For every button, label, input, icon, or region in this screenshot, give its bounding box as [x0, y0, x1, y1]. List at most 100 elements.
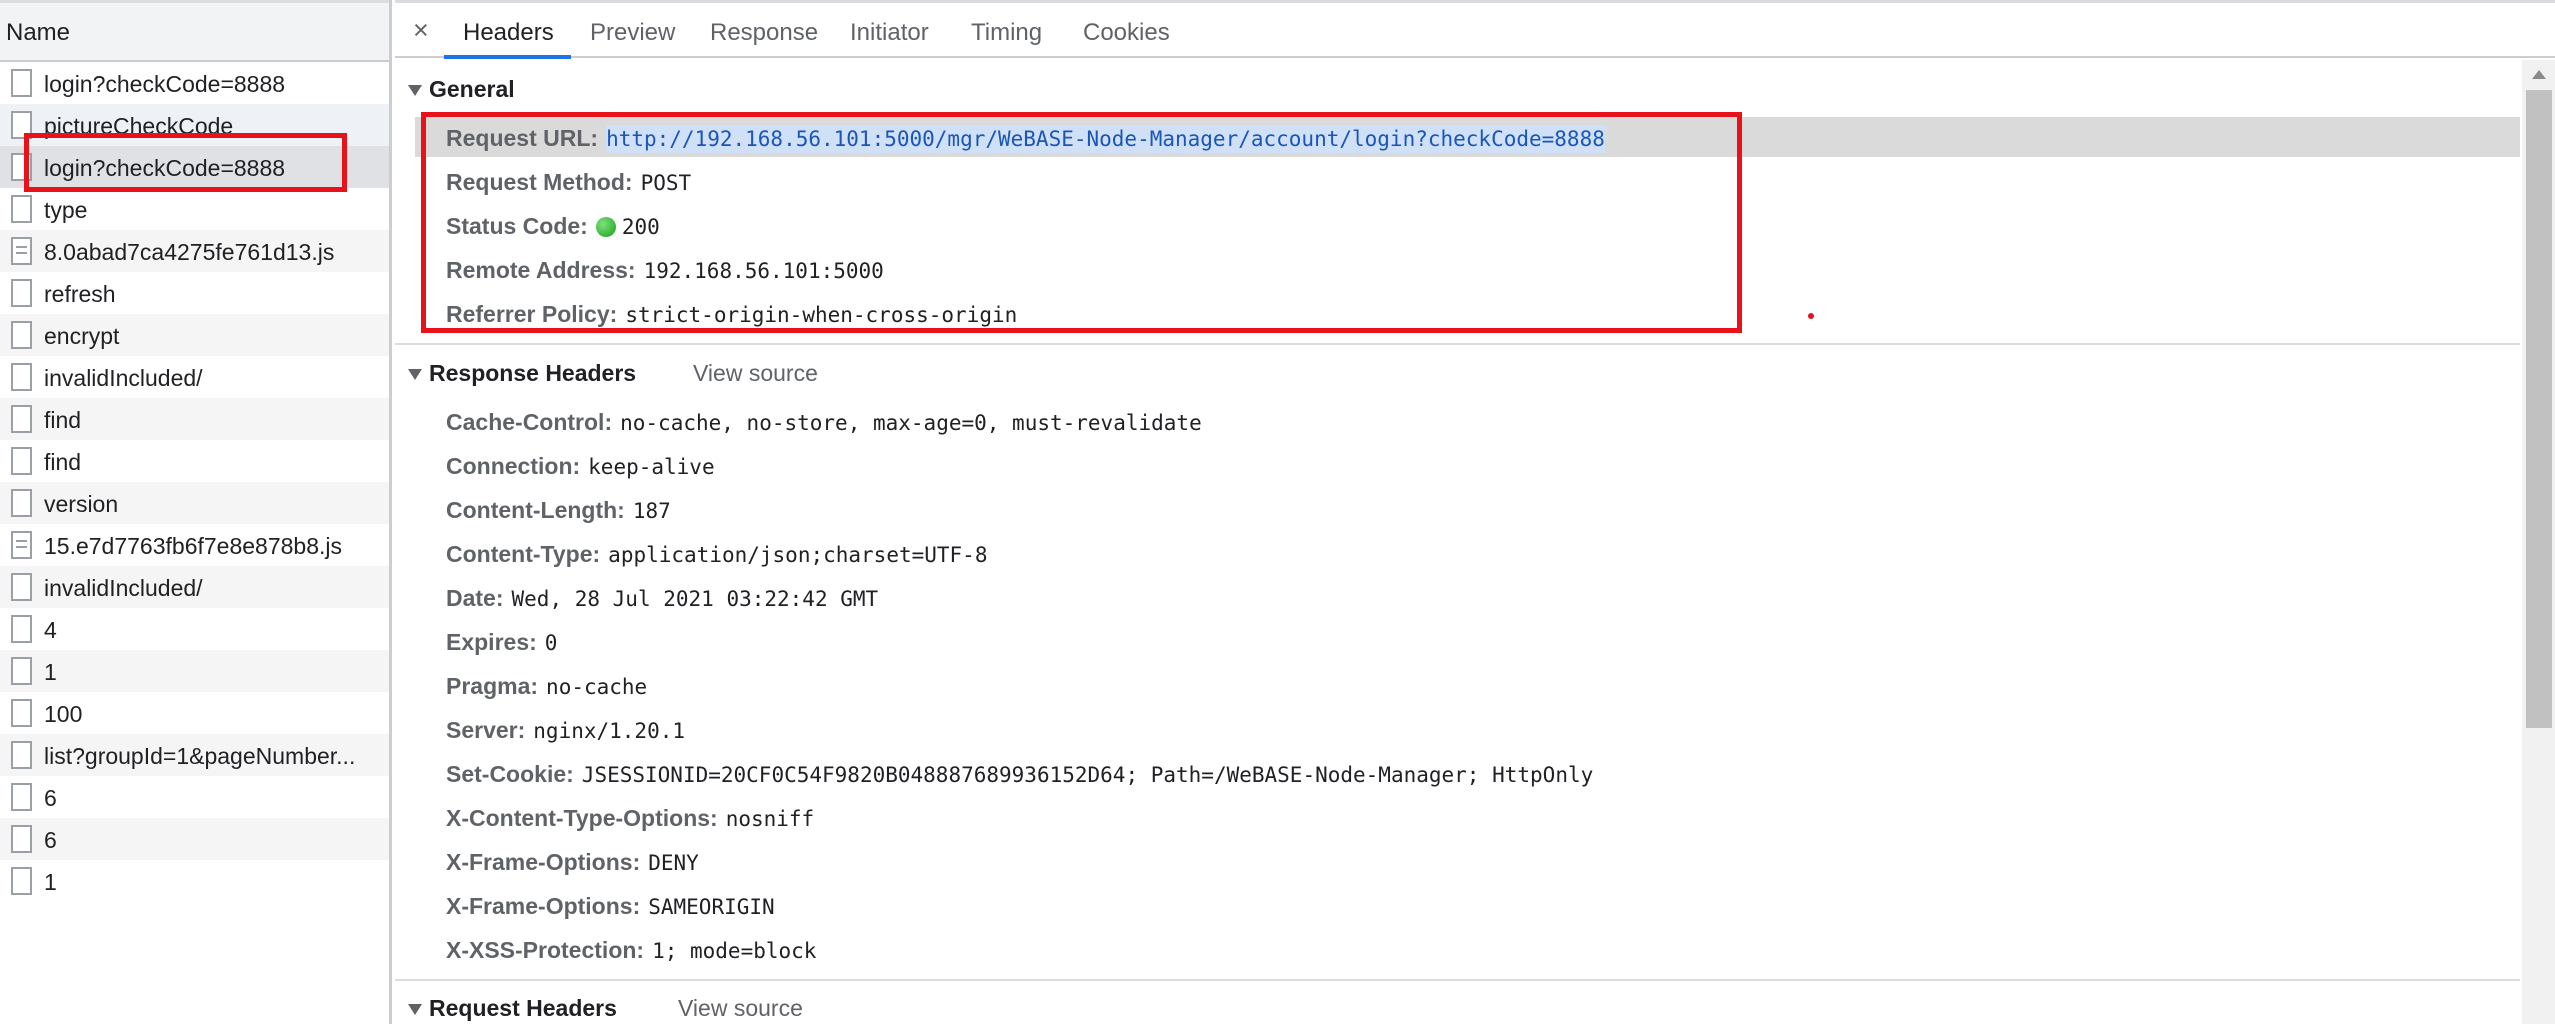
response-header-row: Content-Length: 187: [446, 497, 671, 537]
request-list-pane: Name login?checkCode=8888 pictureCheckCo…: [0, 0, 392, 1024]
request-row[interactable]: 6: [0, 818, 389, 860]
document-icon: [11, 69, 32, 97]
request-name: pictureCheckCode: [44, 113, 234, 139]
header-value: JSESSIONID=20CF0C54F9820B048887689936152…: [581, 763, 1594, 787]
header-name: X-Frame-Options:: [446, 893, 641, 919]
name-column-header[interactable]: Name: [0, 0, 389, 62]
request-url-label: Request URL:: [446, 125, 599, 151]
request-row[interactable]: 15.e7d7763fb6f7e8e878b8.js: [0, 524, 389, 566]
referrer-policy-row: Referrer Policy: strict-origin-when-cross…: [446, 301, 1017, 341]
response-header-row: Cache-Control: no-cache, no-store, max-ag…: [446, 409, 1202, 449]
details-tabbar: × Headers Preview Response Initiator Tim…: [395, 0, 2555, 59]
remote-address-value: 192.168.56.101:5000: [643, 259, 884, 283]
response-header-row: Connection: keep-alive: [446, 453, 715, 493]
response-view-source-link[interactable]: View source: [693, 360, 818, 387]
annotation-dot: [1808, 313, 1814, 319]
tab-timing[interactable]: Timing: [971, 19, 1042, 47]
remote-address-label: Remote Address:: [446, 257, 636, 283]
header-value: Wed, 28 Jul 2021 03:22:42 GMT: [511, 587, 879, 611]
request-name: login?checkCode=8888: [44, 71, 286, 97]
expand-triangle-icon[interactable]: [408, 369, 422, 380]
scroll-up-arrow-icon[interactable]: [2532, 70, 2546, 79]
request-name: 6: [44, 785, 57, 811]
request-url-value[interactable]: http://192.168.56.101:5000/mgr/WeBASE-No…: [606, 125, 1605, 153]
request-row[interactable]: find: [0, 440, 389, 482]
request-name: find: [44, 407, 82, 433]
request-name: version: [44, 491, 119, 517]
tab-response[interactable]: Response: [710, 19, 818, 47]
vertical-scrollbar-thumb[interactable]: [2526, 90, 2552, 728]
tab-cookies[interactable]: Cookies: [1083, 19, 1170, 47]
status-ok-icon: [595, 217, 616, 237]
response-headers-section-title[interactable]: Response Headers: [429, 360, 636, 387]
header-value: 187: [632, 499, 671, 523]
request-method-value: POST: [640, 171, 692, 195]
tab-initiator[interactable]: Initiator: [850, 19, 929, 47]
request-row[interactable]: refresh: [0, 272, 389, 314]
document-icon: [11, 153, 32, 181]
script-file-icon: [11, 237, 32, 265]
name-column-label: Name: [6, 19, 71, 46]
request-view-source-link[interactable]: View source: [678, 995, 803, 1022]
request-name: login?checkCode=8888: [44, 155, 286, 181]
request-row[interactable]: 100: [0, 692, 389, 734]
document-icon: [11, 405, 32, 433]
request-row[interactable]: list?groupId=1&pageNumber...: [0, 734, 389, 776]
header-value: SAMEORIGIN: [648, 895, 775, 919]
document-icon: [11, 195, 32, 223]
request-row[interactable]: login?checkCode=8888: [0, 62, 389, 104]
header-name: Server:: [446, 717, 526, 743]
request-row[interactable]: 4: [0, 608, 389, 650]
header-value: keep-alive: [588, 455, 715, 479]
expand-triangle-icon[interactable]: [408, 1004, 422, 1015]
request-name: 6: [44, 827, 57, 853]
document-icon: [11, 783, 32, 811]
request-row[interactable]: pictureCheckCode: [0, 104, 389, 146]
request-row[interactable]: 1: [0, 860, 389, 902]
response-header-row: Content-Type: application/json;charset=UT…: [446, 541, 987, 581]
header-name: X-Content-Type-Options:: [446, 805, 718, 831]
header-value: nginx/1.20.1: [533, 719, 685, 743]
request-name: encrypt: [44, 323, 120, 349]
request-row[interactable]: version: [0, 482, 389, 524]
request-row-selected[interactable]: login?checkCode=8888: [0, 146, 389, 188]
document-icon: [11, 699, 32, 727]
request-details-pane: × Headers Preview Response Initiator Tim…: [395, 0, 2555, 1024]
request-row[interactable]: type: [0, 188, 389, 230]
header-name: Pragma:: [446, 673, 539, 699]
tab-headers[interactable]: Headers: [463, 19, 554, 47]
request-row[interactable]: invalidIncluded/: [0, 356, 389, 398]
request-row[interactable]: invalidIncluded/: [0, 566, 389, 608]
document-icon: [11, 363, 32, 391]
status-code-label: Status Code:: [446, 213, 588, 239]
header-name: Date:: [446, 585, 504, 611]
document-icon: [11, 657, 32, 685]
header-value: no-cache: [546, 675, 648, 699]
response-header-row: X-Frame-Options: DENY: [446, 849, 699, 889]
request-url-row[interactable]: Request URL: http://192.168.56.101:5000/m…: [415, 117, 2520, 157]
request-row[interactable]: 8.0abad7ca4275fe761d13.js: [0, 230, 389, 272]
header-value: DENY: [648, 851, 699, 875]
general-section-title[interactable]: General: [429, 76, 515, 103]
header-value: application/json;charset=UTF-8: [608, 543, 988, 567]
request-name: type: [44, 197, 88, 223]
status-code-row: Status Code: 200: [446, 213, 660, 253]
request-name: invalidIncluded/: [44, 575, 203, 601]
request-row[interactable]: 1: [0, 650, 389, 692]
response-header-row: X-XSS-Protection: 1; mode=block: [446, 937, 816, 977]
tab-preview[interactable]: Preview: [590, 19, 675, 47]
request-name: list?groupId=1&pageNumber...: [44, 743, 356, 769]
response-header-row: Pragma: no-cache: [446, 673, 647, 713]
request-method-label: Request Method:: [446, 169, 633, 195]
request-row[interactable]: find: [0, 398, 389, 440]
section-divider: [395, 979, 2520, 981]
expand-triangle-icon[interactable]: [408, 85, 422, 96]
document-icon: [11, 111, 32, 139]
header-value: nosniff: [725, 807, 815, 831]
request-row[interactable]: 6: [0, 776, 389, 818]
response-header-row: X-Frame-Options: SAMEORIGIN: [446, 893, 775, 933]
response-header-row: Expires: 0: [446, 629, 557, 669]
request-row[interactable]: encrypt: [0, 314, 389, 356]
request-headers-section-title[interactable]: Request Headers: [429, 995, 617, 1022]
close-icon[interactable]: ×: [413, 15, 429, 46]
